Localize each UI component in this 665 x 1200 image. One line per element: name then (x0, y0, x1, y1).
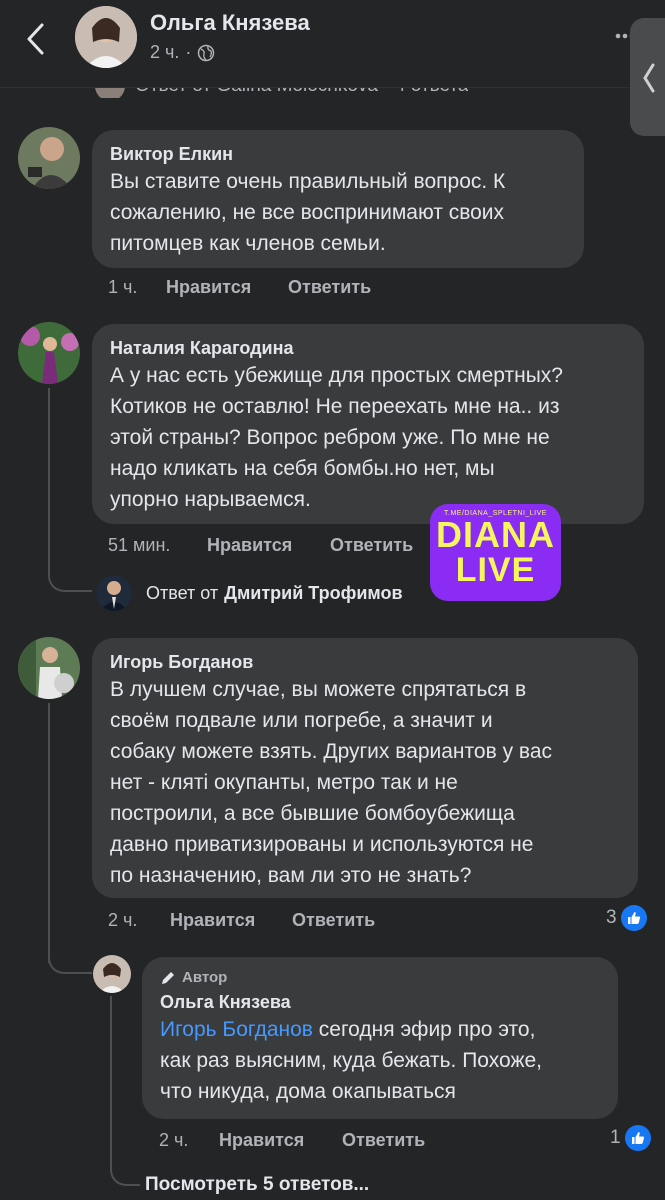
like-button[interactable]: Нравится (170, 910, 292, 931)
reply-author: Дмитрий Трофимов (224, 582, 403, 603)
reaction-count[interactable]: 3 (606, 905, 647, 931)
thread-line (110, 996, 112, 1164)
reaction-count[interactable]: 1 (610, 1125, 651, 1151)
comment-author[interactable]: Игорь Богданов (110, 650, 620, 674)
comment-text: В лучшем случае, вы можете спрятаться в … (110, 678, 553, 887)
watermark-line2: LIVE (455, 551, 536, 589)
reply-button[interactable]: Ответить (292, 910, 375, 931)
reply-actions: 2 ч. Нравится Ответить (159, 1130, 425, 1151)
chevron-left-icon (27, 23, 44, 55)
pencil-icon (162, 971, 174, 984)
author-badge: Автор (160, 969, 600, 986)
reply-text: Игорь Богданов сегодня эфир про это, как… (160, 1018, 543, 1103)
comment-time: 2 ч. (108, 910, 138, 930)
watermark-line1: DIANA (436, 514, 555, 555)
like-count: 3 (606, 907, 617, 928)
mention-link[interactable]: Игорь Богданов (160, 1018, 313, 1041)
like-button[interactable]: Нравится (207, 535, 330, 556)
author-badge-label: Автор (182, 969, 228, 986)
comment-actions: 51 мин. Нравится Ответить (108, 535, 413, 556)
author-reply-avatar[interactable] (93, 955, 131, 993)
comment-bubble: Наталия Карагодина А у нас есть убежище … (92, 324, 644, 524)
author-reply-bubble: Автор Ольга Князева Игорь Богданов сегод… (142, 957, 618, 1119)
post-meta: 2 ч. · (150, 42, 215, 63)
post-time: 2 ч. (150, 42, 180, 62)
comment-time: 51 мин. (108, 535, 171, 555)
reply-time: 2 ч. (159, 1130, 189, 1150)
reply-prefix: Ответ от (146, 582, 219, 603)
reply-button[interactable]: Ответить (342, 1130, 425, 1151)
comment-author[interactable]: Наталия Карагодина (110, 336, 626, 360)
comment-actions: 1 ч. Нравится Ответить (108, 277, 371, 298)
comment-bubble: Виктор Елкин Вы ставите очень правильный… (92, 130, 584, 268)
comment-actions: 2 ч. Нравится Ответить (108, 910, 375, 931)
comment-text: Вы ставите очень правильный вопрос. К со… (110, 170, 506, 255)
watermark-logo: T.ME/DIANA_SPLETNI_LIVE DIANA LIVE (430, 504, 561, 601)
chevron-left-icon (643, 63, 655, 93)
author-avatar[interactable] (75, 6, 137, 68)
reply-button[interactable]: Ответить (288, 277, 371, 298)
like-count: 1 (610, 1127, 621, 1148)
thread-connector (48, 560, 92, 592)
view-reply-row[interactable]: Ответ от Дмитрий Трофимов (96, 575, 403, 611)
thread-line (48, 703, 50, 963)
globe-icon (198, 44, 215, 61)
post-header: Ольга Князева 2 ч. · (0, 0, 665, 88)
reply-avatar (96, 575, 132, 611)
comment-time: 1 ч. (108, 277, 138, 297)
comment-text: А у нас есть убежище для простых смертны… (110, 364, 563, 511)
reply-button[interactable]: Ответить (330, 535, 413, 556)
post-author-name[interactable]: Ольга Князева (150, 10, 310, 36)
like-button[interactable]: Нравится (219, 1130, 342, 1151)
back-button[interactable] (22, 22, 52, 56)
reply-author-name[interactable]: Ольга Князева (160, 990, 600, 1014)
thumbs-up-icon (620, 905, 647, 931)
like-button[interactable]: Нравится (166, 277, 288, 298)
thread-connector (110, 1160, 140, 1186)
comment-bubble: Игорь Богданов В лучшем случае, вы может… (92, 638, 638, 898)
side-panel-tab[interactable] (630, 18, 665, 136)
reply-text-line: сегодня эфир про это, (312, 1018, 536, 1041)
thread-line (48, 388, 50, 568)
comment-author[interactable]: Виктор Елкин (110, 142, 566, 166)
commenter-avatar[interactable] (18, 127, 80, 189)
dot-separator: · (185, 42, 192, 62)
commenter-avatar[interactable] (18, 322, 80, 384)
view-more-replies[interactable]: Посмотреть 5 ответов... (145, 1174, 369, 1196)
thumbs-up-icon (624, 1125, 651, 1151)
commenter-avatar[interactable] (18, 637, 80, 699)
thread-connector (48, 950, 92, 974)
